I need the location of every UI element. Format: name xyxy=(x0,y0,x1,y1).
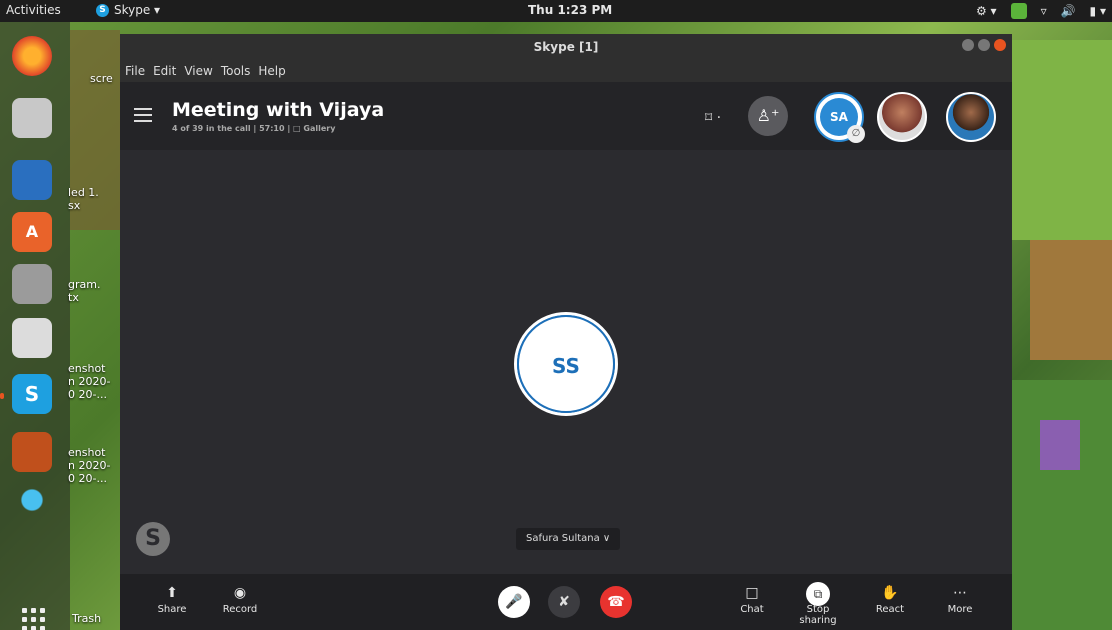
meeting-subtitle[interactable]: 4 of 39 in the call | 57:10 | □ Gallery xyxy=(172,124,335,133)
dock: A S xyxy=(0,22,70,630)
thumbs-up-icon: ✋ xyxy=(881,585,899,601)
show-applications-icon[interactable] xyxy=(22,608,46,630)
more-button[interactable]: ⋯ More xyxy=(930,582,990,615)
stop-sharing-label: Stop sharing xyxy=(799,604,837,626)
wallpaper-block xyxy=(1012,380,1112,630)
menu-view[interactable]: View xyxy=(184,64,212,78)
maximize-icon[interactable] xyxy=(978,39,990,51)
speaker-name-dropdown[interactable]: Safura Sultana ∨ xyxy=(516,528,621,550)
volume-icon[interactable]: 🔊 xyxy=(1061,4,1076,18)
speaker-initials: SS xyxy=(517,315,615,413)
wallpaper-block xyxy=(1040,420,1080,470)
skype-icon: S xyxy=(96,3,109,17)
record-icon: ◉ xyxy=(233,585,247,601)
software-center-icon[interactable]: A xyxy=(12,212,52,252)
impress-icon[interactable] xyxy=(12,432,52,472)
microphone-icon: 🎤 xyxy=(505,594,523,610)
stop-sharing-icon: ⧉ xyxy=(806,582,830,606)
firefox-icon[interactable] xyxy=(12,36,52,76)
menu-tools[interactable]: Tools xyxy=(221,64,251,78)
wallpaper-block xyxy=(1030,240,1112,360)
skype-window: Skype [1] File Edit View Tools Help Meet… xyxy=(120,34,1012,630)
skype-logo-icon: S xyxy=(136,522,170,556)
camera-icon[interactable] xyxy=(12,318,52,358)
chat-button[interactable]: □ Chat xyxy=(722,582,782,615)
stop-sharing-button[interactable]: ⧉ Stop sharing xyxy=(788,582,848,626)
layout-switch-icon[interactable]: ⌑ · xyxy=(705,110,721,126)
speaker-avatar: SS xyxy=(514,312,618,416)
react-button[interactable]: ✋ React xyxy=(860,582,920,615)
more-label: More xyxy=(947,604,973,615)
record-button[interactable]: ◉ Record xyxy=(210,582,270,615)
update-icon[interactable] xyxy=(1010,3,1027,19)
call-toolbar: ⬆ Share ◉ Record 🎤 ✘ ☎ □ Chat ⧉ Stop sha… xyxy=(120,574,1012,630)
menu-bar: File Edit View Tools Help xyxy=(120,60,1012,82)
more-icon: ⋯ xyxy=(953,585,967,601)
system-top-bar: Activities S Skype ▾ Thu 1:23 PM ⚙ ▾ ▿ 🔊… xyxy=(0,0,1112,22)
menu-file[interactable]: File xyxy=(125,64,145,78)
trash-label[interactable]: Trash xyxy=(72,612,101,625)
writer-icon[interactable] xyxy=(12,160,52,200)
call-stage: SS S Safura Sultana ∨ xyxy=(120,150,1012,574)
screenshot-tool-icon[interactable] xyxy=(12,480,52,520)
react-label: React xyxy=(875,604,905,615)
microphone-button[interactable]: 🎤 xyxy=(498,586,530,618)
running-indicator xyxy=(0,393,4,399)
desktop-file-label[interactable]: enshot n 2020- 0 20-... xyxy=(68,362,110,401)
clock[interactable]: Thu 1:23 PM xyxy=(528,3,612,17)
settings-icon[interactable] xyxy=(12,264,52,304)
wallpaper-block xyxy=(1012,40,1112,240)
minimize-icon[interactable] xyxy=(962,39,974,51)
participant-avatar[interactable] xyxy=(946,92,996,142)
activities-button[interactable]: Activities xyxy=(6,3,61,17)
battery-icon[interactable]: ▮ ▾ xyxy=(1090,4,1106,18)
menu-edit[interactable]: Edit xyxy=(153,64,176,78)
app-menu[interactable]: S Skype ▾ xyxy=(96,3,160,17)
window-title: Skype [1] xyxy=(533,40,599,54)
desktop-file-label[interactable]: enshot n 2020- 0 20-... xyxy=(68,446,110,485)
end-call-button[interactable]: ☎ xyxy=(600,586,632,618)
participant-avatar[interactable] xyxy=(877,92,927,142)
window-titlebar[interactable]: Skype [1] xyxy=(120,34,1012,60)
skype-icon[interactable]: S xyxy=(12,374,52,414)
self-avatar[interactable]: SA ∅ xyxy=(814,92,865,143)
desktop-file-label[interactable]: led 1. sx xyxy=(68,186,99,212)
window-controls xyxy=(962,39,1006,51)
end-call-icon: ☎ xyxy=(607,594,625,610)
desktop-file-label[interactable]: scre xyxy=(90,72,113,85)
menu-help[interactable]: Help xyxy=(258,64,285,78)
record-label: Record xyxy=(222,604,258,615)
app-menu-label: Skype ▾ xyxy=(114,3,161,17)
system-tray: ⚙ ▾ ▿ 🔊 ▮ ▾ xyxy=(976,3,1106,19)
video-toggle-button[interactable]: ✘ xyxy=(548,586,580,618)
close-icon[interactable] xyxy=(994,39,1006,51)
desktop-file-label[interactable]: gram. tx xyxy=(68,278,100,304)
share-button[interactable]: ⬆ Share xyxy=(142,582,202,615)
add-participant-button[interactable]: ♙⁺ xyxy=(748,96,788,136)
share-label: Share xyxy=(157,604,187,615)
files-icon[interactable] xyxy=(12,98,52,138)
hamburger-menu-icon[interactable] xyxy=(134,108,152,122)
accessibility-icon[interactable]: ⚙ ▾ xyxy=(976,4,997,18)
share-icon: ⬆ xyxy=(166,585,178,601)
meeting-title: Meeting with Vijaya xyxy=(172,99,385,121)
chat-icon: □ xyxy=(745,585,759,601)
chat-label: Chat xyxy=(740,604,764,615)
video-off-icon: ✘ xyxy=(558,594,570,610)
muted-mic-icon: ∅ xyxy=(847,125,865,143)
network-icon[interactable]: ▿ xyxy=(1041,4,1047,18)
call-header: Meeting with Vijaya 4 of 39 in the call … xyxy=(120,82,1012,150)
